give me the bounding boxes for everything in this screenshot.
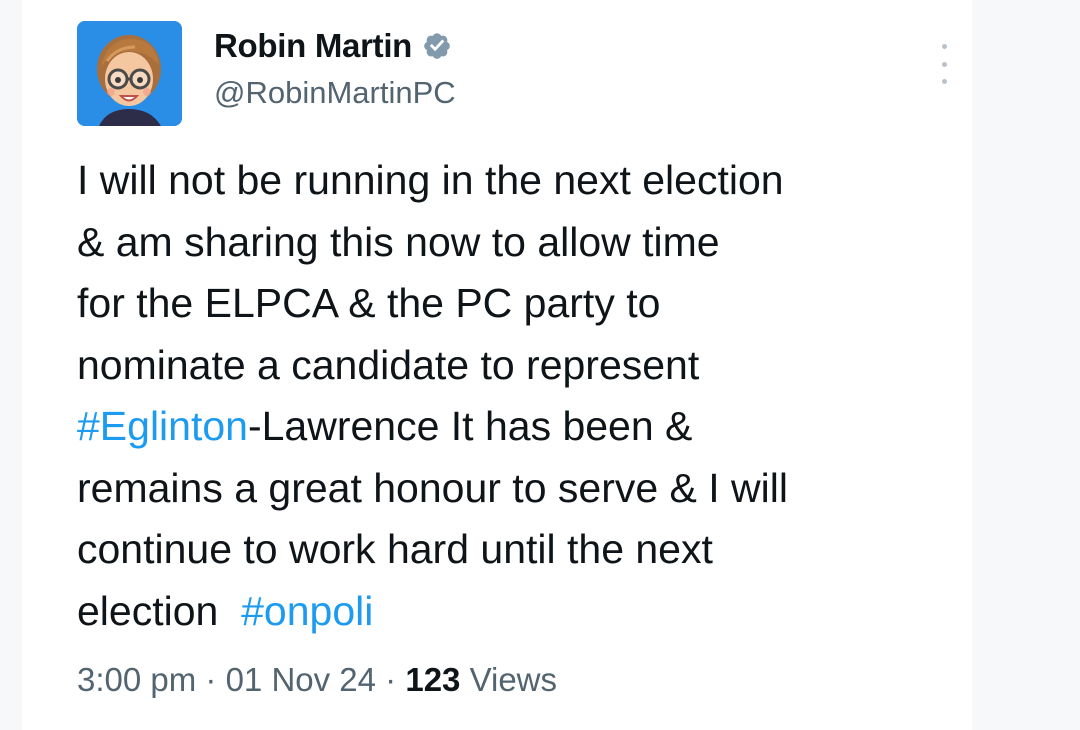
tweet-text-segment: -Lawrence It has been & [247, 403, 693, 449]
tweet-text-segment: election [77, 587, 242, 634]
tweet-text-segment: remains a great honour to serve & I will [77, 464, 788, 511]
tweet-text-line: for the ELPCA & the PC party to [77, 273, 957, 335]
tweet-text-segment: nominate a candidate to represent [77, 341, 700, 388]
more-dot [941, 79, 947, 84]
tweet-text-segment: & am sharing this now to allow time [77, 218, 720, 265]
tweet-text: I will not be running in the next electi… [77, 150, 957, 642]
more-dot [941, 61, 947, 67]
tweet-text-segment: continue to work hard until the next [77, 526, 713, 572]
views-count: 123 [405, 661, 461, 698]
more-dot [941, 44, 947, 49]
verified-badge-icon [424, 33, 450, 59]
tweet-text-line: remains a great honour to serve & I will [77, 458, 957, 520]
tweet-card: Robin Martin @RobinMartinPC I will not b… [22, 0, 972, 730]
tweet-text-segment: for the ELPCA & the PC party to [77, 280, 661, 326]
tweet-text-segment: I will not be running in the next electi… [77, 157, 784, 203]
author-name-row[interactable]: Robin Martin [214, 24, 452, 68]
hashtag-link[interactable]: #Eglinton [77, 403, 248, 449]
avatar[interactable] [77, 21, 182, 126]
tweet-meta: 3:00 pm · 01 Nov 24 · 123 Views [77, 661, 557, 699]
tweet-text-line: nominate a candidate to represent [77, 335, 957, 397]
more-options-icon[interactable] [934, 44, 954, 84]
meta-separator: · [376, 661, 406, 698]
author-display-name[interactable]: Robin Martin [214, 27, 412, 65]
tweet-date[interactable]: 01 Nov 24 [226, 661, 376, 698]
author-handle[interactable]: @RobinMartinPC [214, 75, 456, 111]
hashtag-link[interactable]: #onpoli [241, 588, 373, 634]
meta-separator: · [196, 661, 226, 698]
tweet-text-line: & am sharing this now to allow time [77, 212, 957, 274]
tweet-text-line: I will not be running in the next electi… [77, 150, 957, 212]
tweet-text-line: #Eglinton-Lawrence It has been & [77, 396, 957, 458]
tweet-text-line: election #onpoli [77, 581, 957, 643]
memoji-avatar-icon [77, 21, 182, 126]
tweet-time[interactable]: 3:00 pm [77, 661, 196, 698]
tweet-text-line: continue to work hard until the next [77, 519, 957, 581]
views-label: Views [460, 661, 558, 698]
